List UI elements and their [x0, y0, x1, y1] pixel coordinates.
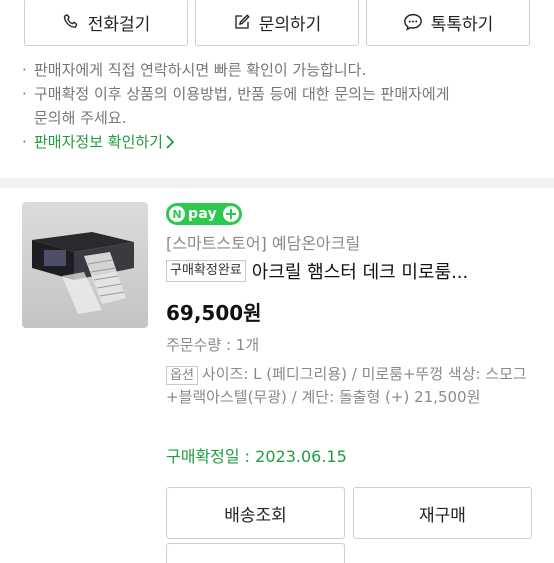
inquiry-button-label: 문의하기	[258, 14, 322, 35]
inquiry-button[interactable]: 문의하기	[195, 0, 359, 46]
notice-text-2a: 구매확정 이후 상품의 이용방법, 반품 등에 대한 문의는 판매자에게	[34, 85, 450, 103]
option-text: 사이즈: L (페디그리용) / 미로룸+뚜껑 색상: 스모그+블랙아스텔(무광…	[166, 365, 527, 406]
product-title[interactable]: 아크릴 햄스터 데크 미로룸...	[252, 258, 469, 284]
edit-icon	[233, 13, 251, 31]
product-title-row[interactable]: 구매확정완료 아크릴 햄스터 데크 미로룸...	[166, 258, 468, 284]
seller-info-link[interactable]: · 판매자정보 확인하기	[22, 130, 532, 156]
product-thumbnail[interactable]	[22, 202, 148, 328]
seller-info-link-label: 판매자정보 확인하기	[34, 133, 163, 151]
section-divider	[0, 178, 554, 188]
status-badge: 구매확정완료	[166, 260, 246, 282]
plus-icon	[223, 206, 239, 222]
call-button-label: 전화걸기	[87, 14, 151, 35]
chevron-right-icon	[166, 130, 175, 156]
talktalk-button-label: 톡톡하기	[430, 14, 494, 35]
order-price: 69,500원	[166, 301, 262, 325]
chat-bubble-icon	[403, 13, 423, 31]
call-button[interactable]: 전화걸기	[24, 0, 188, 46]
next-action-button[interactable]	[166, 543, 345, 563]
phone-icon	[62, 13, 80, 31]
notice-line: · 구매확정 이후 상품의 이용방법, 반품 등에 대한 문의는 판매자에게 문…	[22, 85, 450, 127]
store-name[interactable]: [스마트스토어] 예담온아크릴	[166, 230, 360, 254]
tracking-button-label: 배송조회	[224, 505, 287, 526]
npay-label: pay	[188, 206, 218, 222]
option-tag: 옵션	[166, 366, 198, 385]
tracking-button[interactable]: 배송조회	[166, 487, 345, 539]
seller-contact-bar: 전화걸기 문의하기 톡톡하기	[24, 0, 530, 48]
order-quantity: 주문수량 : 1개	[166, 336, 260, 354]
npay-badge: N pay	[166, 203, 242, 225]
order-option: 옵션 사이즈: L (페디그리용) / 미로룸+뚜껑 색상: 스모그+블랙아스텔(…	[166, 363, 532, 409]
talktalk-button[interactable]: 톡톡하기	[366, 0, 530, 46]
notice-line: · 판매자에게 직접 연락하시면 빠른 확인이 가능합니다.	[22, 58, 532, 82]
notice-text-1: 판매자에게 직접 연락하시면 빠른 확인이 가능합니다.	[34, 61, 367, 79]
reorder-button-label: 재구매	[419, 505, 466, 526]
naver-n-icon: N	[169, 206, 185, 222]
notice-text-2b: 문의해 주세요.	[34, 109, 127, 127]
reorder-button[interactable]: 재구매	[353, 487, 532, 539]
purchase-confirm-date: 구매확정일 : 2023.06.15	[166, 447, 347, 466]
seller-notice: · 판매자에게 직접 연락하시면 빠른 확인이 가능합니다. · 구매확정 이후…	[22, 58, 532, 156]
